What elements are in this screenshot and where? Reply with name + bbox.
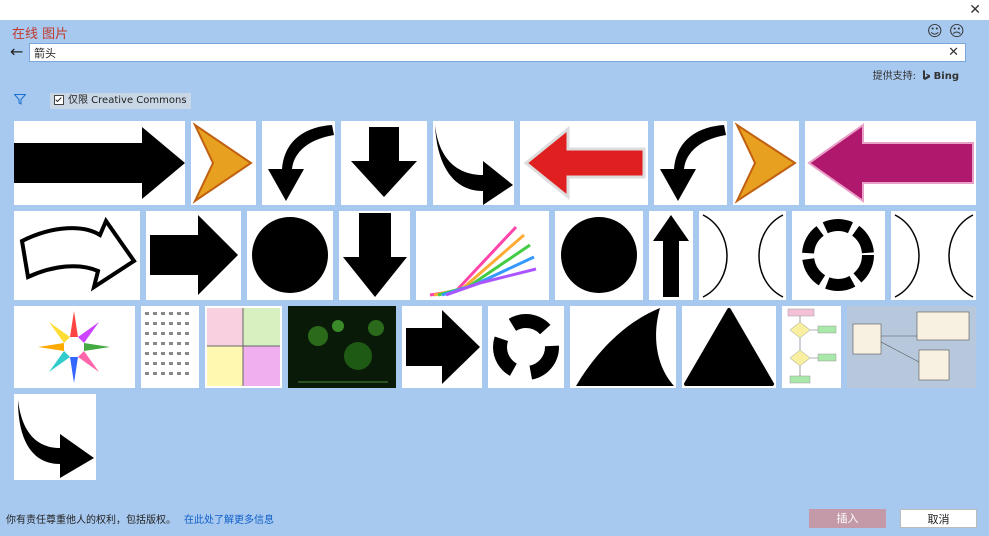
result-thumbnail-15[interactable] <box>555 211 643 300</box>
circle-icon <box>561 217 637 293</box>
checkbox-checked-icon[interactable] <box>54 95 64 105</box>
search-box[interactable]: ✕ <box>29 43 966 62</box>
colorful-arrows-icon <box>429 225 537 297</box>
arrow-down-icon <box>351 127 417 197</box>
result-thumbnail-13[interactable] <box>339 211 410 300</box>
result-thumbnail-7[interactable] <box>654 121 727 205</box>
close-icon[interactable]: ✕ <box>969 2 981 18</box>
frown-feedback-icon[interactable]: ☹ <box>949 22 965 40</box>
result-thumbnail-8[interactable] <box>733 121 799 205</box>
colorful-arrow-burst-icon <box>38 311 110 383</box>
result-thumbnail-12[interactable] <box>247 211 333 300</box>
arrow-right-icon <box>150 215 238 295</box>
result-thumbnail-9[interactable] <box>805 121 976 205</box>
arrow-up-icon <box>653 215 689 297</box>
result-thumbnail-14[interactable] <box>416 211 549 300</box>
copyright-notice-text: 你有责任尊重他人的权利，包括版权。 <box>6 515 176 526</box>
circle-icon <box>252 217 328 293</box>
back-arrow-icon[interactable]: ← <box>10 42 23 61</box>
result-thumbnail-2[interactable] <box>191 121 256 205</box>
search-input[interactable] <box>34 45 934 61</box>
result-thumbnail-10[interactable] <box>14 211 140 300</box>
result-thumbnail-23[interactable] <box>288 306 396 388</box>
result-thumbnail-18[interactable] <box>792 211 885 300</box>
result-thumbnail-30[interactable] <box>14 394 96 480</box>
insert-button[interactable]: 插入 <box>809 509 886 528</box>
powered-by: 提供支持: Bing <box>873 67 959 82</box>
bing-brand-text: Bing <box>933 71 959 82</box>
result-thumbnail-6[interactable] <box>520 121 648 205</box>
arrow-right-icon <box>14 127 185 199</box>
result-thumbnail-5[interactable] <box>433 121 514 205</box>
chevron-right-icon <box>734 122 797 204</box>
microscopy-image-icon <box>298 320 388 383</box>
result-thumbnail-28[interactable] <box>782 306 841 388</box>
recycle-arrows-icon <box>493 314 559 380</box>
chevron-right-icon <box>192 122 253 204</box>
uml-diagram-icon <box>852 311 970 381</box>
result-thumbnail-16[interactable] <box>649 211 693 300</box>
online-pictures-dialog: ✕ 在线 图片 ☺ ☹ ← ✕ 提供支持: Bing 仅限 Creative C… <box>0 0 989 536</box>
arrow-symbol-grid-icon <box>145 312 189 375</box>
creative-commons-label: 仅限 Creative Commons <box>68 95 187 106</box>
curved-arrow-icon <box>435 125 513 205</box>
powered-by-label: 提供支持: <box>872 71 916 82</box>
arrow-down-icon <box>343 213 407 297</box>
result-thumbnail-1[interactable] <box>14 121 185 205</box>
curved-triangle-icon <box>576 308 674 386</box>
result-thumbnail-3[interactable] <box>262 121 335 205</box>
clear-search-icon[interactable]: ✕ <box>948 45 959 60</box>
arrow-right-icon <box>406 310 480 384</box>
learn-more-link[interactable]: 在此处了解更多信息 <box>184 515 274 526</box>
result-thumbnail-20[interactable] <box>14 306 135 388</box>
result-thumbnail-24[interactable] <box>402 306 482 388</box>
result-thumbnail-25[interactable] <box>488 306 564 388</box>
result-thumbnail-27[interactable] <box>682 306 776 388</box>
filter-icon[interactable] <box>13 94 27 108</box>
copyright-notice: 你有责任尊重他人的权利，包括版权。 在此处了解更多信息 <box>6 511 274 526</box>
result-thumbnail-4[interactable] <box>341 121 427 205</box>
arrow-left-icon <box>523 125 646 201</box>
bing-b-icon <box>923 70 931 80</box>
dialog-title: 在线 图片 <box>12 27 69 42</box>
result-thumbnail-21[interactable] <box>141 306 199 388</box>
smile-feedback-icon[interactable]: ☺ <box>927 22 943 40</box>
triangle-icon <box>684 308 774 386</box>
circular-arrows-icon <box>802 219 874 291</box>
arrow-outline-icon <box>19 216 137 292</box>
title-bar: ✕ <box>0 0 989 20</box>
curved-arrows-icon <box>702 214 784 298</box>
creative-commons-checkbox[interactable]: 仅限 Creative Commons <box>50 93 191 109</box>
bing-logo: Bing <box>923 70 959 82</box>
arrow-left-icon <box>807 123 974 203</box>
color-cube-icon <box>207 308 280 386</box>
curved-arrows-icon <box>894 214 974 298</box>
curved-arrow-icon <box>18 400 94 478</box>
result-thumbnail-17[interactable] <box>699 211 786 300</box>
result-thumbnail-11[interactable] <box>146 211 241 300</box>
result-thumbnail-29[interactable] <box>847 306 976 388</box>
curved-arrow-icon <box>660 125 726 201</box>
result-thumbnail-22[interactable] <box>205 306 282 388</box>
cancel-button[interactable]: 取消 <box>900 509 977 528</box>
flowchart-icon <box>787 308 837 384</box>
result-thumbnail-26[interactable] <box>570 306 676 388</box>
result-thumbnail-19[interactable] <box>891 211 976 300</box>
curved-arrow-icon <box>268 125 334 201</box>
